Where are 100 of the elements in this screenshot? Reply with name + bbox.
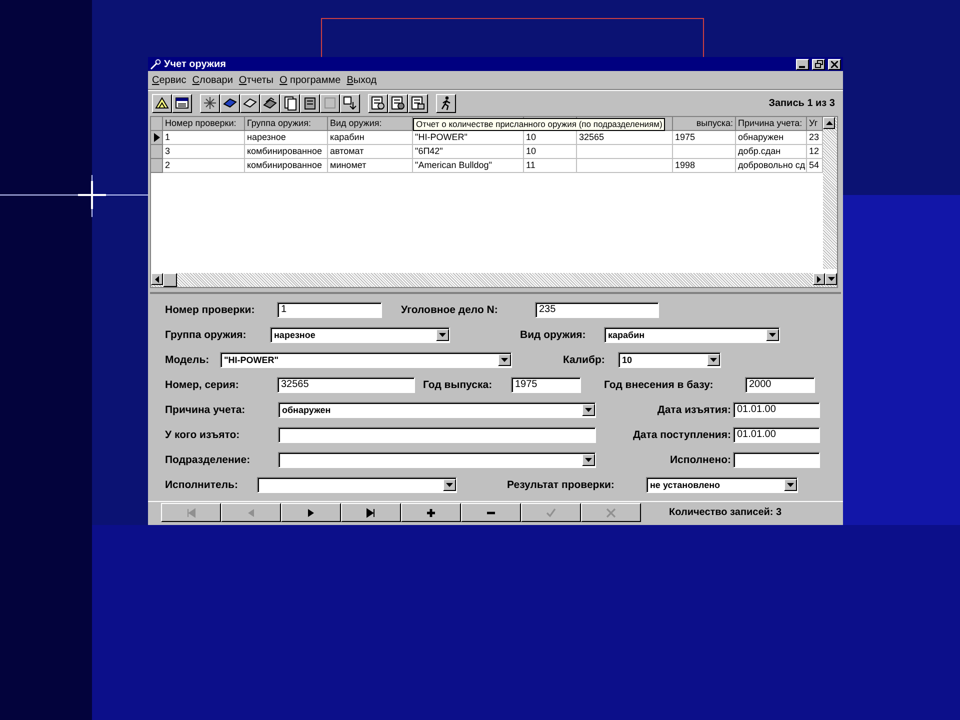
table-cell: 10 [524, 145, 577, 159]
input-field[interactable] [278, 426, 596, 442]
dropdown-field[interactable] [257, 476, 457, 492]
window-title: Учет оружия [164, 58, 227, 70]
dropdown-field[interactable]: нарезное [270, 326, 450, 342]
window-form-icon [174, 95, 190, 111]
navigator-button[interactable] [341, 503, 401, 522]
copy-pages-icon [282, 95, 298, 111]
field-label: Дата поступления: [632, 428, 732, 440]
field-label: Год внесения в базу: [604, 378, 714, 390]
scroll-down-icon[interactable] [825, 273, 837, 285]
table-cell: 2 [163, 159, 245, 173]
scroll-thumb[interactable] [163, 273, 177, 287]
toolbar-button[interactable] [200, 94, 220, 112]
dropdown-field[interactable] [278, 452, 596, 468]
field-label: Причина учета: [165, 404, 246, 416]
field-label: Результат проверки: [507, 478, 616, 490]
scroll-left-icon[interactable] [151, 273, 163, 285]
dropdown-field[interactable]: обнаружен [278, 402, 596, 418]
toolbar-button[interactable] [280, 94, 300, 112]
toolbar-button[interactable] [172, 94, 192, 112]
column-header[interactable]: Вид оружия: [328, 117, 413, 131]
column-header[interactable]: Уг [807, 117, 823, 131]
field-label: Подразделение: [165, 454, 252, 466]
scroll-right-icon[interactable] [813, 273, 825, 285]
scroll-up-icon[interactable] [823, 117, 835, 129]
field-label: Вид оружия: [520, 328, 587, 340]
menu-item[interactable]: Выход [346, 74, 377, 86]
record-count: Количество записей: 3 [669, 507, 782, 518]
row-indicator[interactable] [151, 131, 163, 145]
toolbar-button[interactable] [340, 94, 360, 112]
document-icon [302, 95, 318, 111]
input-field[interactable]: 2000 [745, 376, 815, 392]
input-field[interactable]: 01.01.00 [733, 402, 820, 418]
table-cell: комбинированное [245, 145, 328, 159]
field-label: Номер, серия: [165, 378, 240, 390]
field-label: Модель: [165, 354, 210, 366]
column-header[interactable]: выпуска: [673, 117, 736, 131]
table-cell: карабин [328, 131, 413, 145]
navigator-button[interactable] [401, 503, 461, 522]
field-label: Номер проверки: [165, 304, 256, 316]
navigator-button[interactable] [281, 503, 341, 522]
vertical-scrollbar[interactable] [823, 117, 837, 269]
input-field[interactable]: 1975 [511, 376, 581, 392]
field-label: Год выпуска: [423, 378, 494, 390]
dropdown-field[interactable]: "HI-POWER" [220, 352, 512, 368]
column-header[interactable]: Номер проверки: [163, 117, 245, 131]
toolbar-button[interactable] [260, 94, 280, 112]
menu-item[interactable]: Словари [192, 74, 233, 86]
report-icon [370, 95, 386, 111]
input-field[interactable]: 1 [277, 302, 382, 318]
table-cell: обнаружен [736, 131, 807, 145]
report-icon [390, 95, 406, 111]
toolbar-button[interactable] [220, 94, 240, 112]
column-header[interactable]: Группа оружия: [245, 117, 328, 131]
navigator-button[interactable] [461, 503, 521, 522]
dropdown-field[interactable]: карабин [604, 326, 780, 342]
key-icon [150, 58, 161, 70]
table-cell: "American Bulldog" [413, 159, 524, 173]
warning-triangle-icon [154, 95, 170, 111]
toolbar-button[interactable] [240, 94, 260, 112]
field-label: Исполнено: [669, 454, 732, 466]
menu-item[interactable]: Сервис [152, 74, 186, 86]
toolbar-button[interactable] [152, 94, 172, 112]
toolbar-button[interactable] [388, 94, 408, 112]
dropdown-field[interactable]: не установлено [646, 476, 798, 492]
close-button[interactable] [828, 58, 841, 70]
horizontal-scrollbar[interactable] [151, 273, 837, 287]
table-cell: "6П42" [413, 145, 524, 159]
field-label: Группа оружия: [165, 328, 248, 340]
field-label: У кого изъято: [165, 428, 241, 440]
input-field[interactable]: 32565 [277, 376, 415, 392]
table-cell: 1975 [673, 131, 736, 145]
close-icon [831, 60, 838, 68]
empty-frame-icon [322, 95, 338, 111]
column-header[interactable]: Причина учета: [736, 117, 807, 131]
field-label: Исполнитель: [165, 478, 239, 490]
table-cell: 3 [163, 145, 245, 159]
input-field[interactable]: 235 [535, 302, 659, 318]
restore-button[interactable] [812, 58, 825, 70]
dropdown-field[interactable]: 10 [618, 352, 721, 368]
field-label: Калибр: [563, 354, 606, 366]
toolbar-button[interactable] [320, 94, 340, 112]
menu-item[interactable]: О программе [280, 74, 341, 86]
record-position: Запись 1 из 3 [768, 98, 836, 108]
input-field[interactable] [733, 452, 820, 468]
restore-icon [814, 60, 822, 68]
table-cell: 1998 [673, 159, 736, 173]
menu-item[interactable]: Отчеты [238, 74, 274, 86]
toolbar-button[interactable] [368, 94, 388, 112]
report-icon [410, 95, 426, 111]
sparkle-icon [202, 95, 218, 111]
toolbar-button[interactable] [408, 94, 428, 112]
table-cell: 1 [163, 131, 245, 145]
table-cell: автомат [328, 145, 413, 159]
minimize-button[interactable] [796, 58, 809, 70]
input-field[interactable]: 01.01.00 [733, 426, 820, 442]
toolbar-button[interactable] [436, 94, 456, 112]
table-cell: добр.сдан [736, 145, 807, 159]
toolbar-button[interactable] [300, 94, 320, 112]
